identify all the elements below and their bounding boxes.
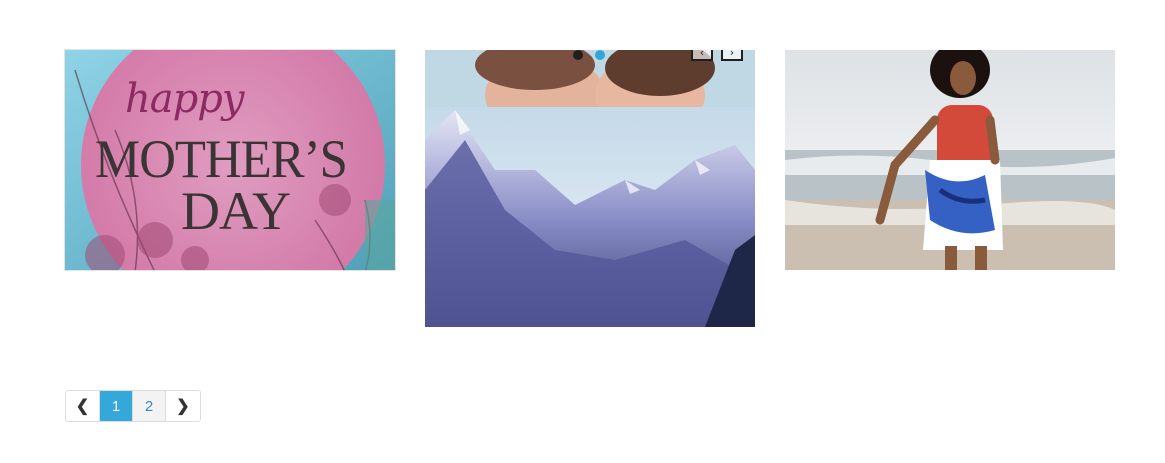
pagination-page-1[interactable]: 1 (100, 391, 133, 421)
day-text: DAY (181, 181, 291, 241)
mothers-day-image-card[interactable]: happy MOTHER’S DAY (64, 49, 396, 271)
slider-dot-1[interactable] (573, 50, 583, 60)
beach-photo (785, 50, 1115, 270)
slider-dots (573, 50, 605, 60)
slider-prev-button[interactable]: ‹ (691, 50, 713, 61)
pagination-page-2[interactable]: 2 (133, 391, 166, 421)
chevron-right-icon: › (729, 50, 735, 59)
mountains-slider-card[interactable]: ‹ › (425, 50, 755, 327)
slider-images (425, 50, 755, 327)
chevron-left-icon: ❮ (75, 398, 90, 415)
mothers-text: MOTHER’S (95, 129, 348, 189)
chevron-right-icon: ❯ (176, 398, 190, 415)
happy-text: happy (125, 76, 244, 122)
slider-dot-2[interactable] (595, 50, 605, 60)
slider-next-button[interactable]: › (721, 50, 743, 61)
pagination-prev-button[interactable]: ❮ (66, 391, 100, 421)
beach-woman-image-card[interactable] (785, 50, 1115, 270)
chevron-left-icon: ‹ (699, 50, 705, 59)
pagination-next-button[interactable]: ❯ (166, 391, 200, 421)
pagination: ❮ 1 2 ❯ (65, 390, 201, 422)
